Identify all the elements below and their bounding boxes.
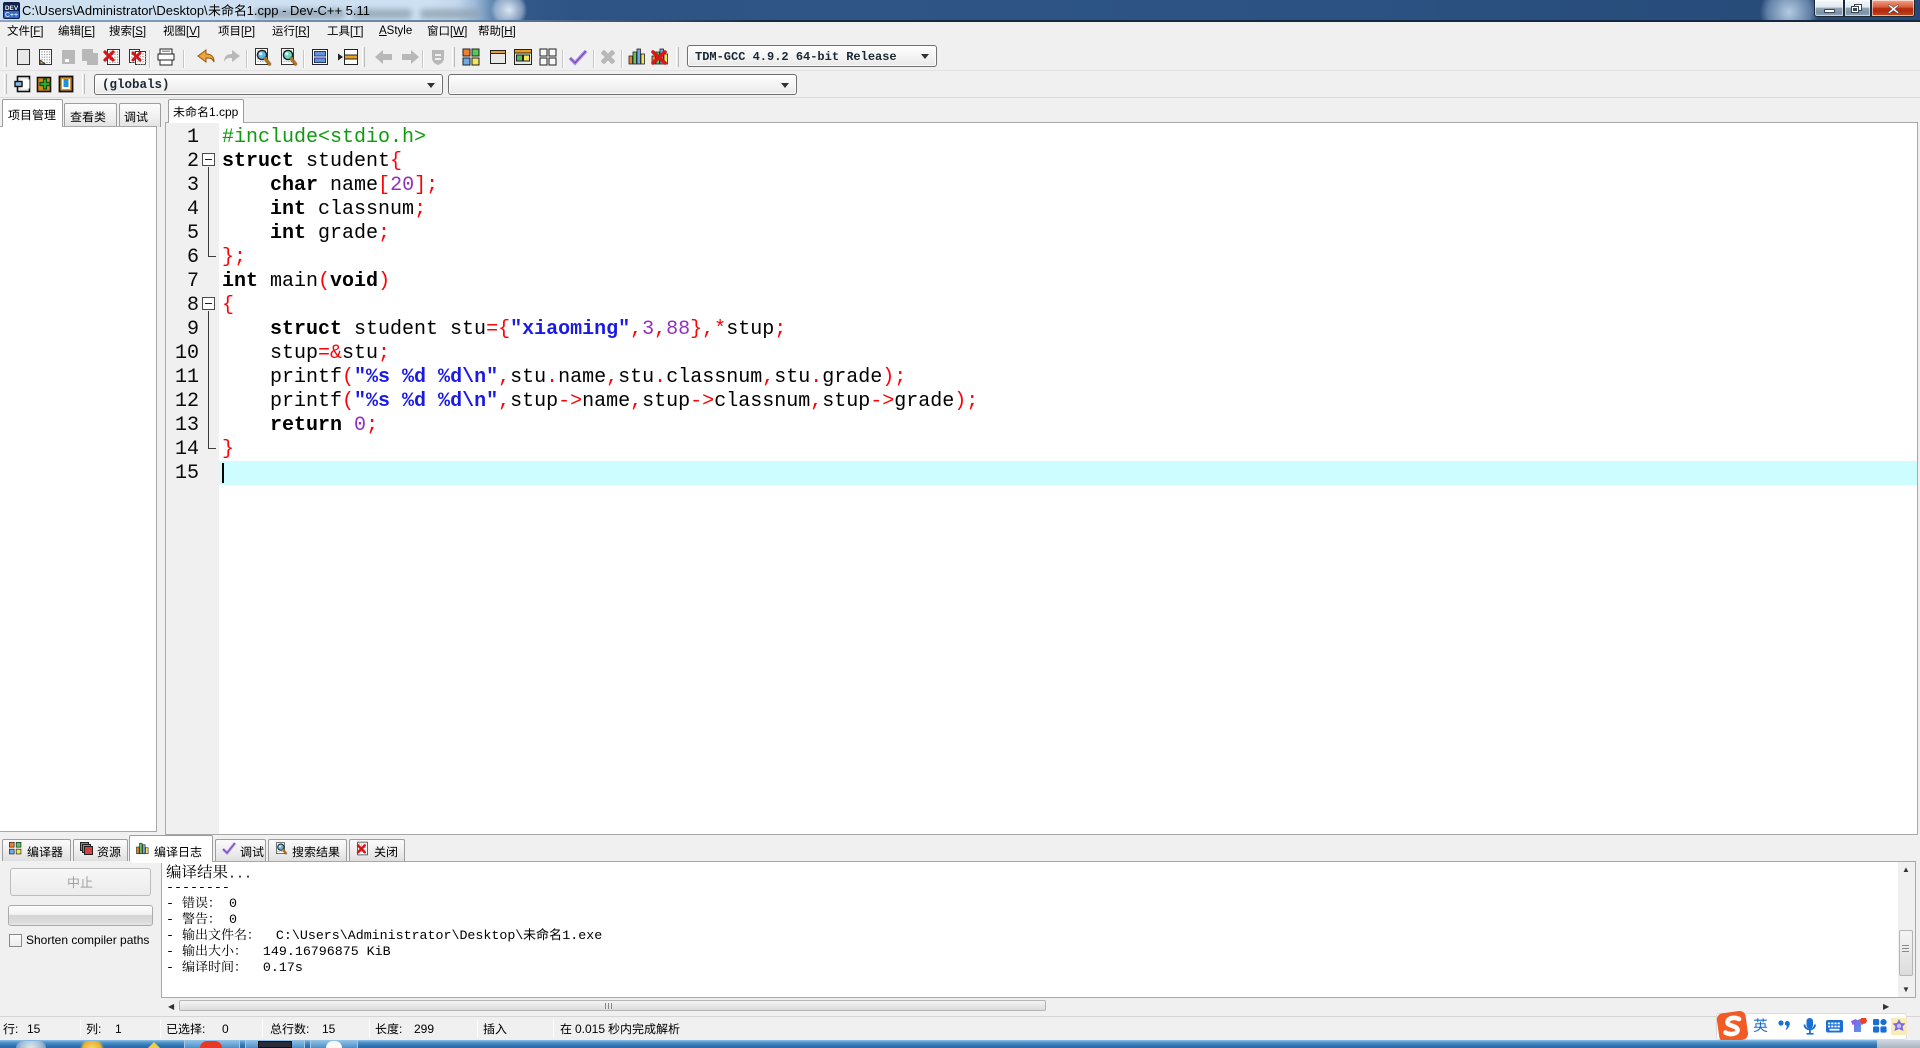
svg-text:DEV: DEV [5,5,19,12]
svg-text:C++: C++ [5,12,18,19]
